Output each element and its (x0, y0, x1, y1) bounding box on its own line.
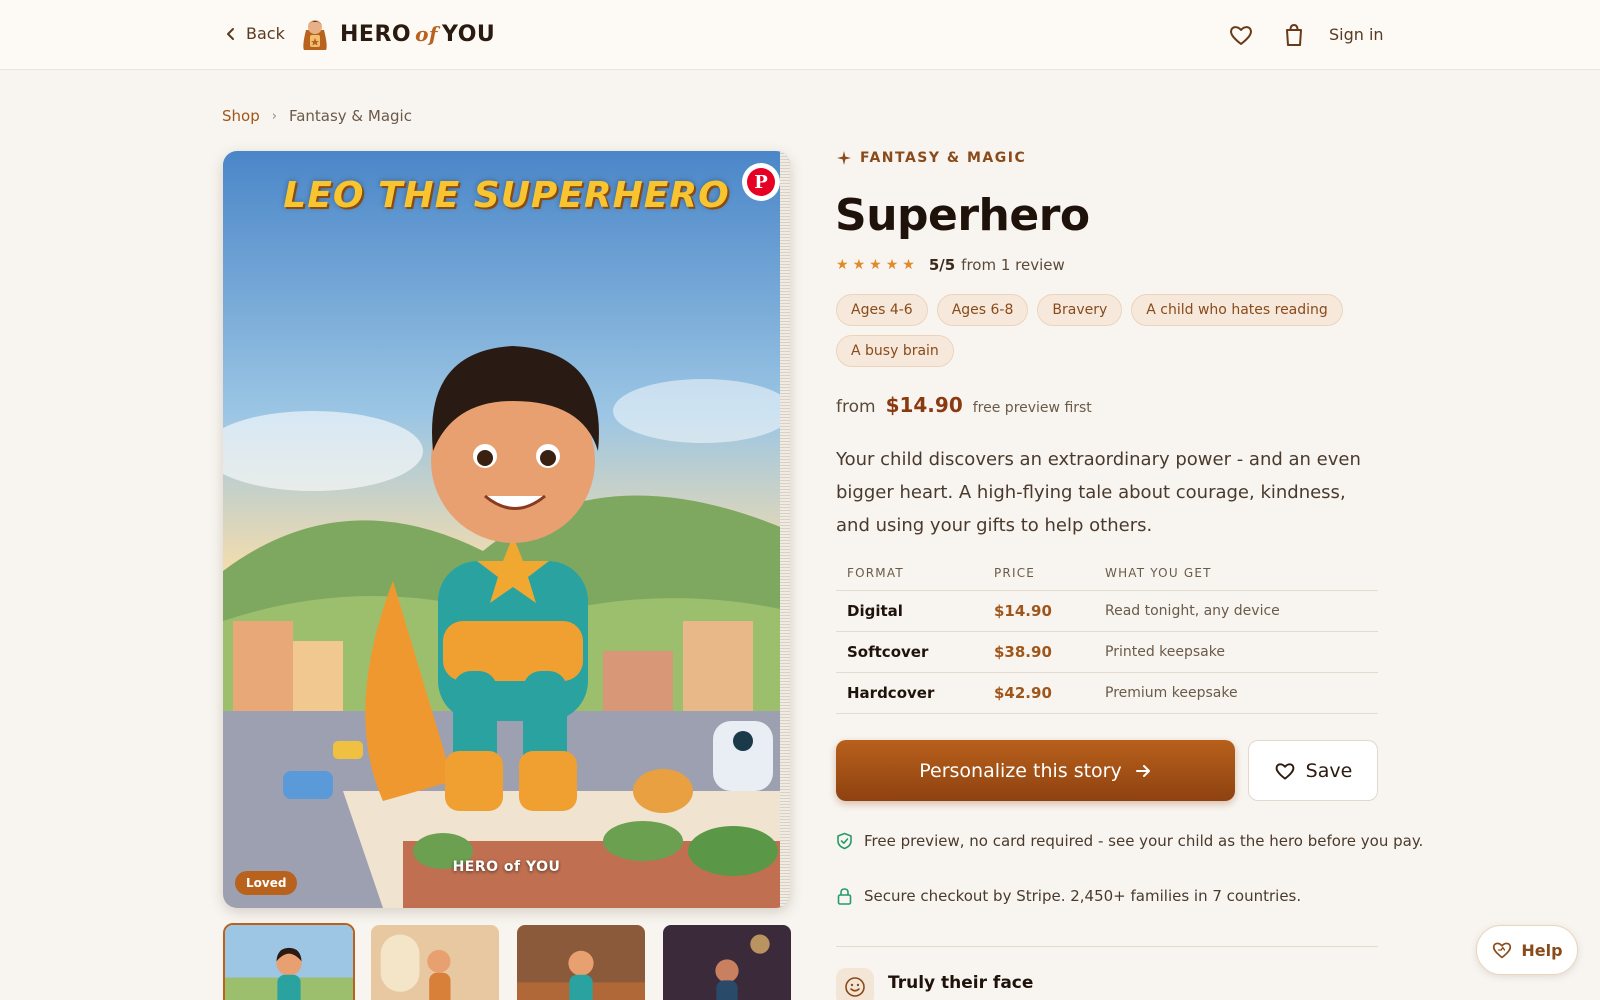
feature-item: Truly their face (836, 968, 1033, 1000)
product-tags: Ages 4-6 Ages 6-8 Bravery A child who ha… (836, 294, 1376, 367)
thumbnail-2[interactable] (369, 923, 501, 1000)
secure-checkout-text: Secure checkout by Stripe. 2,450+ famili… (864, 887, 1302, 905)
free-preview-text: Free preview, no card required - see you… (864, 832, 1424, 850)
star-icon: ★ (885, 257, 899, 273)
product-description: Your child discovers an extraordinary po… (836, 449, 1361, 536)
pricing-table: FORMAT PRICE WHAT YOU GET Digital $14.90… (836, 566, 1378, 714)
heart-help-icon (1493, 942, 1512, 959)
back-button[interactable]: Back (224, 24, 285, 43)
column-header-price: PRICE (983, 566, 1094, 591)
table-row: Hardcover $42.90 Premium keepsake (836, 672, 1378, 714)
sign-in-link[interactable]: Sign in (1329, 25, 1384, 44)
smile-icon (836, 968, 874, 1000)
star-icon: ★ (852, 257, 866, 273)
thumbnail-image (225, 925, 353, 1000)
star-icon: ★ (836, 257, 849, 273)
format-cell: Softcover (836, 631, 983, 673)
chevron-right-icon: › (271, 108, 277, 124)
sparkle-icon (837, 151, 851, 165)
save-button[interactable]: Save (1248, 740, 1378, 801)
what-you-get-cell: Printed keepsake (1094, 631, 1378, 673)
shopping-bag-icon[interactable] (1281, 22, 1307, 48)
rating-count: from 1 review (961, 256, 1065, 274)
site-header: Back HERO of YOU Sign in (0, 0, 1600, 70)
tag-ages-6-8[interactable]: Ages 6-8 (936, 294, 1029, 326)
feature-title: Truly their face (888, 973, 1034, 993)
chevron-left-icon (227, 27, 234, 40)
product-rating[interactable]: ★ ★ ★ ★ ★ 5/5 from 1 review (836, 256, 1065, 274)
category-text: FANTASY & MAGIC (860, 150, 1027, 166)
price-from-label: from (836, 397, 876, 417)
arrow-right-icon (1135, 764, 1150, 777)
rating-score: 5/5 (928, 256, 956, 274)
heart-icon[interactable] (1228, 22, 1254, 48)
free-preview-note: Free preview, no card required - see you… (836, 832, 1423, 850)
price-cell: $14.90 (983, 590, 1094, 632)
help-label: Help (1521, 940, 1563, 960)
product-cover-image[interactable]: LEO THE SUPERHERO P HERO of YOU Loved (223, 151, 790, 908)
star-icon: ★ (869, 257, 882, 273)
thumbnail-image (663, 925, 791, 1000)
site-logo[interactable]: HERO of YOU (300, 16, 495, 52)
what-you-get-cell: Premium keepsake (1094, 672, 1378, 714)
tag-hates-reading[interactable]: A child who hates reading (1131, 294, 1343, 326)
cover-watermark: HERO of YOU (452, 859, 561, 875)
hero-logo-icon (303, 20, 327, 50)
cover-illustration (223, 151, 790, 908)
section-divider (836, 946, 1378, 947)
column-header-format: FORMAT (836, 566, 983, 591)
pinterest-icon: P (747, 168, 775, 196)
help-button[interactable]: Help (1476, 925, 1578, 975)
breadcrumb: Shop › Fantasy & Magic (222, 107, 412, 125)
rating-stars: ★ ★ ★ ★ ★ (836, 257, 915, 273)
product-title: Superhero (835, 190, 1090, 241)
tag-ages-4-6[interactable]: Ages 4-6 (836, 294, 928, 326)
price-cell: $42.90 (983, 672, 1094, 714)
heart-icon (1275, 762, 1294, 780)
star-icon: ★ (902, 257, 915, 273)
secure-checkout-note: Secure checkout by Stripe. 2,450+ famili… (836, 887, 1301, 905)
personalize-label: Personalize this story (919, 759, 1122, 782)
category-label: FANTASY & MAGIC (836, 150, 1026, 166)
price-summary: from $14.90 free preview first (836, 393, 1092, 417)
book-cover-title: LEO THE SUPERHERO (283, 175, 730, 216)
back-label: Back (246, 24, 285, 43)
save-label: Save (1305, 759, 1353, 782)
personalize-button[interactable]: Personalize this story (836, 740, 1235, 801)
shield-check-icon (837, 832, 852, 850)
price-note: free preview first (972, 400, 1092, 416)
price-cell: $38.90 (983, 631, 1094, 673)
column-header-what-you-get: WHAT YOU GET (1094, 566, 1378, 591)
format-cell: Digital (836, 590, 983, 632)
book-page-edge (780, 151, 790, 908)
pinterest-button[interactable]: P (742, 163, 780, 201)
table-row: Softcover $38.90 Printed keepsake (836, 631, 1378, 673)
tag-bravery[interactable]: Bravery (1037, 294, 1123, 326)
thumbnail-image (371, 925, 499, 1000)
thumbnail-1[interactable] (223, 923, 355, 1000)
breadcrumb-shop[interactable]: Shop (222, 107, 260, 125)
thumbnail-strip (223, 923, 793, 1000)
lock-icon (837, 888, 852, 905)
price-value: $14.90 (885, 393, 963, 417)
thumbnail-3[interactable] (515, 923, 647, 1000)
format-cell: Hardcover (836, 672, 983, 714)
thumbnail-4[interactable] (661, 923, 793, 1000)
table-row: Digital $14.90 Read tonight, any device (836, 590, 1378, 632)
loved-badge: Loved (235, 871, 298, 895)
logo-text: HERO of YOU (340, 21, 496, 47)
breadcrumb-current: Fantasy & Magic (288, 107, 412, 125)
tag-busy-brain[interactable]: A busy brain (836, 335, 954, 367)
what-you-get-cell: Read tonight, any device (1094, 590, 1378, 632)
thumbnail-image (517, 925, 645, 1000)
